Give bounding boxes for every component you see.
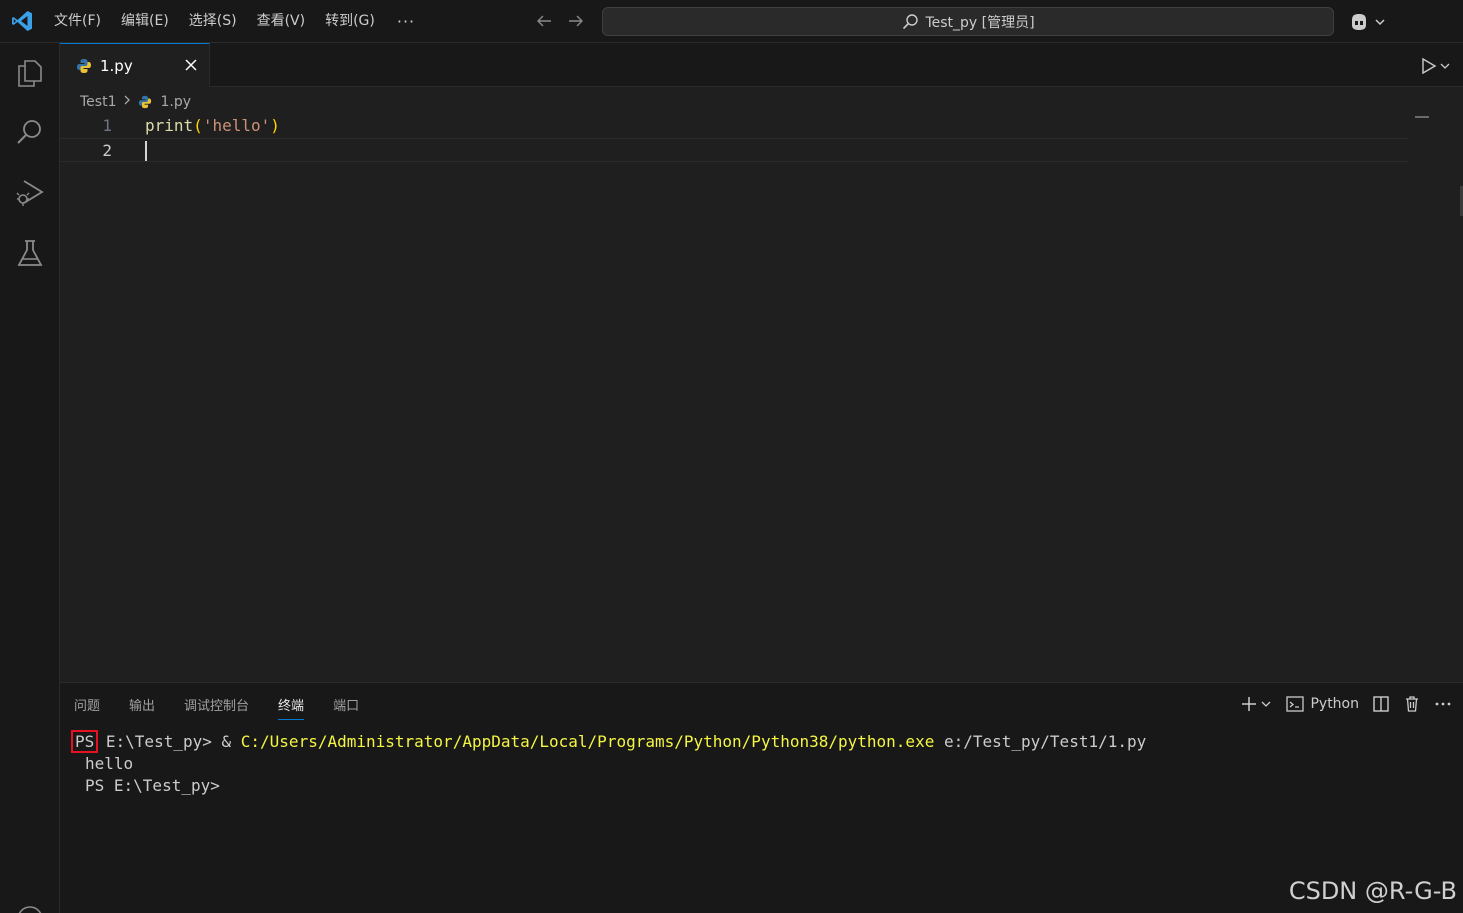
text-cursor xyxy=(145,141,147,161)
python-file-icon xyxy=(139,95,152,109)
tab-1-py[interactable]: 1.py xyxy=(60,43,210,87)
bottom-panel: 问题 输出 调试控制台 终端 端口 Python PS E:\Test_py> … xyxy=(60,682,1463,913)
title-bar: 文件(F) 编辑(E) 选择(S) 查看(V) 转到(G) ··· Test_p… xyxy=(0,0,1463,43)
trash-kill-terminal-icon[interactable] xyxy=(1403,694,1421,714)
forward-arrow-icon[interactable] xyxy=(565,10,587,32)
line-number: 2 xyxy=(102,141,112,160)
panel-tabs: 问题 输出 调试控制台 终端 端口 xyxy=(74,693,388,720)
line-number: 1 xyxy=(102,116,112,135)
tab-label: 1.py xyxy=(100,56,133,75)
menu-bar: 文件(F) 编辑(E) 选择(S) 查看(V) 转到(G) ··· xyxy=(44,0,427,43)
back-arrow-icon[interactable] xyxy=(533,10,555,32)
code-line-current: 2 xyxy=(60,138,1408,162)
terminal-output[interactable]: PS E:\Test_py> & C:/Users/Administrator/… xyxy=(70,730,1147,797)
tab-ports[interactable]: 端口 xyxy=(333,693,359,720)
search-icon[interactable] xyxy=(14,117,46,149)
testing-flask-icon[interactable] xyxy=(14,237,46,269)
menu-view[interactable]: 查看(V) xyxy=(247,0,316,43)
menu-more-button[interactable]: ··· xyxy=(385,12,427,31)
run-debug-icon[interactable] xyxy=(14,177,46,209)
chevron-down-icon[interactable] xyxy=(1259,694,1273,714)
run-python-file-icon[interactable] xyxy=(1417,57,1453,75)
tab-output[interactable]: 输出 xyxy=(129,693,155,720)
breadcrumb-file[interactable]: 1.py xyxy=(160,94,191,110)
terminal-toolbar: Python xyxy=(1239,693,1453,715)
watermark: CSDN @R-G-B xyxy=(1288,877,1457,905)
split-terminal-icon[interactable] xyxy=(1371,694,1391,714)
terminal-line: hello xyxy=(85,754,134,773)
tab-debug-console[interactable]: 调试控制台 xyxy=(184,693,249,720)
python-file-icon xyxy=(77,58,91,73)
accounts-icon[interactable] xyxy=(14,893,46,913)
code-line: 1 print('hello') xyxy=(60,114,1429,138)
command-center-search[interactable]: Test_py [管理员] xyxy=(602,7,1334,36)
search-icon xyxy=(903,13,919,29)
menu-selection[interactable]: 选择(S) xyxy=(179,0,247,43)
editor-tabs: 1.py xyxy=(60,43,1463,87)
menu-file[interactable]: 文件(F) xyxy=(44,0,111,43)
terminal-line: PS E:\Test_py> & C:/Users/Administrator/… xyxy=(70,730,1147,753)
code-text: print('hello') xyxy=(145,116,280,135)
more-actions-icon[interactable] xyxy=(1433,694,1453,714)
tab-terminal[interactable]: 终端 xyxy=(278,693,305,720)
chevron-right-icon xyxy=(122,94,132,110)
ps-highlight-box: PS xyxy=(70,730,99,753)
close-icon[interactable] xyxy=(183,57,199,73)
menu-edit[interactable]: 编辑(E) xyxy=(111,0,179,43)
minimap-line xyxy=(1415,116,1429,118)
code-editor[interactable]: 1 print('hello') 2 xyxy=(60,114,1463,680)
activity-bar xyxy=(0,43,60,913)
terminal-shell-label[interactable]: Python xyxy=(1310,696,1359,712)
command-center-label: Test_py [管理员] xyxy=(925,14,1035,31)
breadcrumb-folder[interactable]: Test1 xyxy=(80,94,116,110)
tab-problems[interactable]: 问题 xyxy=(74,693,100,720)
breadcrumb: Test1 1.py xyxy=(80,92,191,112)
copilot-icon[interactable] xyxy=(1348,10,1390,34)
menu-go[interactable]: 转到(G) xyxy=(315,0,385,43)
terminal-line: PS E:\Test_py> xyxy=(85,776,220,795)
explorer-files-icon[interactable] xyxy=(14,57,46,89)
terminal-shell-icon[interactable] xyxy=(1285,694,1305,714)
new-terminal-plus-icon[interactable] xyxy=(1239,694,1259,714)
vscode-logo-icon[interactable] xyxy=(10,9,34,33)
